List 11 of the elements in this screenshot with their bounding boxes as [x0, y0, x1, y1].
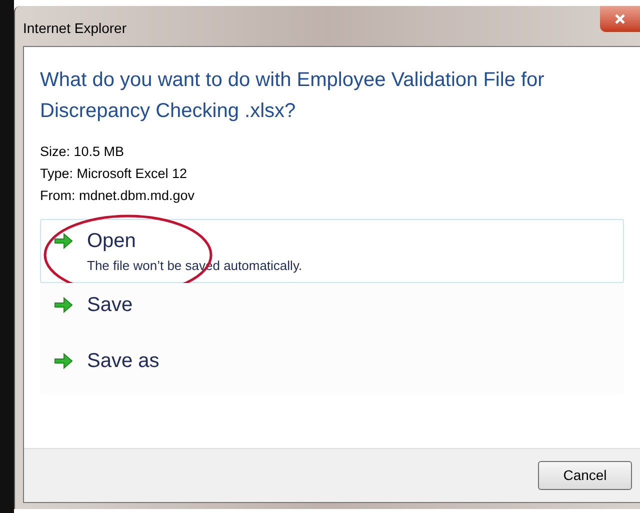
- file-detail: Type: Microsoft Excel 12: [40, 165, 188, 183]
- arrow-icon: [53, 296, 73, 314]
- cancel-button[interactable]: Cancel: [538, 461, 632, 490]
- window-title: Internet Explorer: [23, 19, 126, 38]
- question-heading: What do you want to do with Employee Validation File for Discrepancy Checking .xlsx?: [40, 68, 546, 124]
- arrow-icon: [53, 232, 73, 250]
- file-detail: From: mdnet.dbm.md.gov: [40, 187, 196, 205]
- close-icon: [614, 13, 626, 25]
- file-detail: Size: 10.5 MB: [40, 143, 126, 161]
- close-button[interactable]: [600, 6, 640, 32]
- arrow-icon: [53, 352, 73, 370]
